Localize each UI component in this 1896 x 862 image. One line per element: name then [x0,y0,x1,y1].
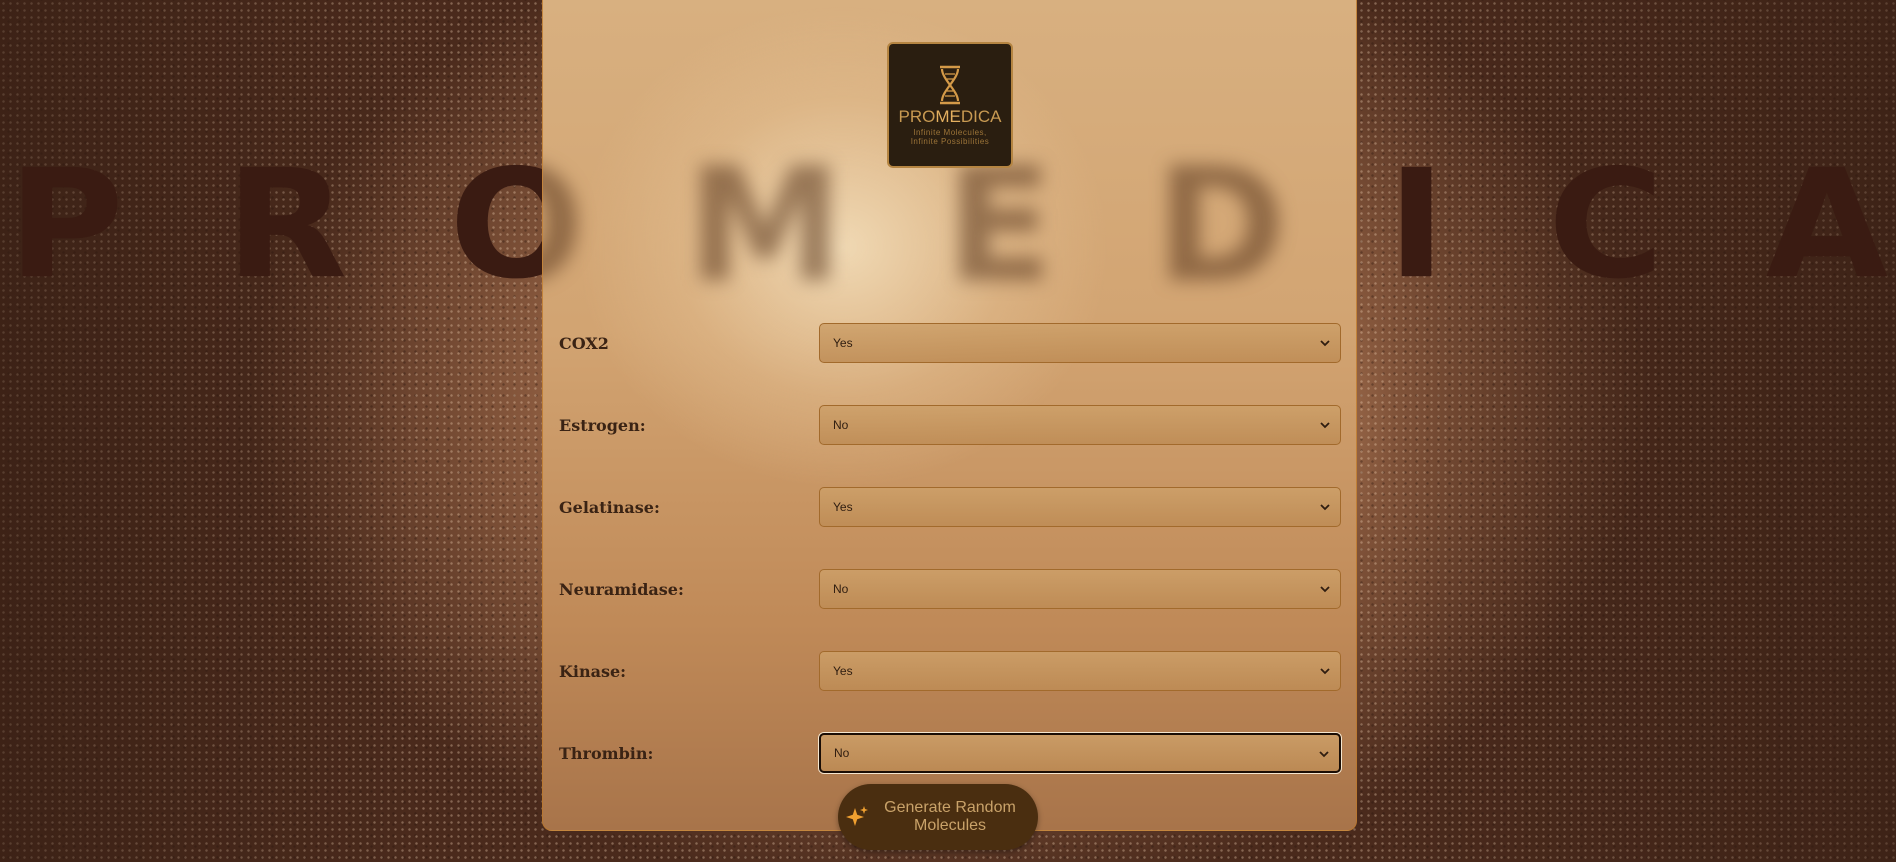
field-row-gelatinase: Gelatinase: Yes [559,487,1341,527]
bg-letter: I [1387,137,1446,313]
kinase-select[interactable]: Yes [819,651,1341,691]
select-value: No [834,746,850,760]
bg-letter: C [1547,137,1664,313]
select-value: Yes [833,500,853,514]
chevron-down-icon [1320,504,1330,511]
field-row-estrogen: Estrogen: No [559,405,1341,445]
logo-tagline-line: Infinite Molecules, [913,127,987,137]
app-background: P R O M E D I C A P R O M E D I C A [0,0,1896,862]
field-label: Kinase: [559,661,627,681]
chevron-down-icon [1320,422,1330,429]
logo-title-part: ME [935,106,961,126]
bg-letter: A [1765,137,1888,313]
chevron-down-icon [1320,668,1330,675]
gelatinase-select[interactable]: Yes [819,487,1341,527]
sparkle-icon [846,806,868,826]
generate-button-label: Generate Random Molecules [870,799,1038,835]
bg-letter: D [1155,134,1287,318]
bg-letter: P [8,137,124,313]
field-label: Thrombin: [559,743,654,763]
thrombin-select[interactable]: No [819,733,1341,773]
select-value: Yes [833,664,853,678]
field-label: Gelatinase: [559,497,660,517]
logo-title-part: PRO [898,106,936,126]
logo-title: PROMEDICA [899,107,1002,127]
generate-label-line: Generate Random [884,799,1016,816]
field-row-thrombin: Thrombin: No [559,733,1341,773]
chevron-down-icon [1319,751,1329,758]
bg-letter: M [686,134,844,318]
field-row-cox2: COX2 Yes [559,323,1341,363]
bg-letter: O [543,147,585,305]
select-value: No [833,582,849,596]
promedica-logo: PROMEDICA Infinite Molecules, Infinite P… [887,42,1013,168]
logo-tagline: Infinite Molecules, Infinite Possibiliti… [911,128,990,146]
generate-label-line: Molecules [913,817,987,834]
generate-random-molecules-button[interactable]: Generate Random Molecules [838,784,1038,850]
field-label: Neuramidase: [559,579,684,599]
form-panel: P R O M E D I C A PROMEDICA Infini [542,0,1357,831]
logo-title-part: DICA [960,106,1002,126]
bg-letter: E [945,134,1054,318]
neuramidase-select[interactable]: No [819,569,1341,609]
cox2-select[interactable]: Yes [819,323,1341,363]
bg-letter: R [225,137,348,313]
field-label: Estrogen: [559,415,646,435]
right-vignette [1376,0,1896,862]
field-label: COX2 [559,333,609,353]
chevron-down-icon [1320,586,1330,593]
estrogen-select[interactable]: No [819,405,1341,445]
dna-hourglass-icon [940,65,960,104]
logo-tagline-line: Infinite Possibilities [910,136,990,146]
chevron-down-icon [1320,340,1330,347]
left-vignette [0,0,420,862]
field-row-neuramidase: Neuramidase: No [559,569,1341,609]
field-row-kinase: Kinase: Yes [559,651,1341,691]
select-value: Yes [833,336,853,350]
select-value: No [833,418,849,432]
